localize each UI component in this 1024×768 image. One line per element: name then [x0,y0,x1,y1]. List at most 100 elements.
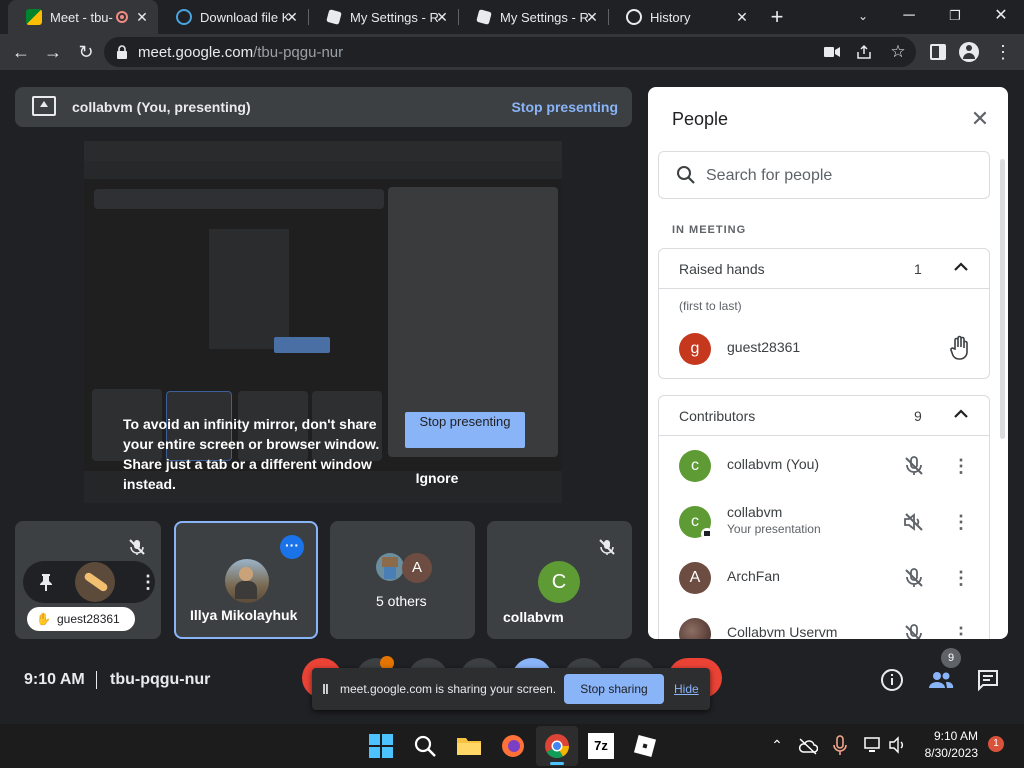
list-item[interactable]: c collabvm (You) ⋮ [659,438,989,494]
network-icon[interactable] [864,736,882,754]
raised-hands-header[interactable]: Raised hands 1 [659,249,989,289]
close-panel-icon[interactable]: ✕ [968,107,992,131]
list-item[interactable]: g guest28361 [659,321,989,377]
file-explorer-icon[interactable] [456,733,482,759]
roblox-favicon-icon [326,9,342,25]
participant-tile-self[interactable]: ⋮ ✋ guest28361 [15,521,161,639]
person-name: ArchFan [727,568,780,584]
firefox-icon[interactable] [500,733,526,759]
chrome-taskbar-active[interactable] [536,726,578,766]
tab-search-chevron-icon[interactable]: ⌄ [852,5,874,27]
list-item[interactable]: A ArchFan ⋮ [659,550,989,606]
raised-hand-icon[interactable] [949,335,971,361]
pin-icon[interactable] [39,573,53,591]
tab-close-icon[interactable]: ✕ [434,9,450,25]
person-name: collabvm [727,504,783,520]
notification-badge[interactable]: 1 [988,736,1004,752]
panel-title: People [672,109,729,129]
ignore-button[interactable]: Ignore [405,470,469,490]
tab-title: Download file K [200,9,288,25]
tab-history[interactable]: History ✕ [608,0,758,34]
camera-permission-icon[interactable] [824,46,840,58]
chevron-up-icon[interactable] [951,404,971,424]
address-bar[interactable]: meet.google.com/tbu-pqgu-nur ☆ [104,37,916,67]
tab-download-file[interactable]: Download file K ✕ [158,0,308,34]
panel-scrollbar[interactable] [1000,159,1005,439]
presenting-banner: collabvm (You, presenting) Stop presenti… [15,87,632,127]
more-options-icon[interactable]: ⋮ [951,454,971,478]
group-count: 9 [914,408,922,424]
window-close-icon[interactable]: ✕ [990,5,1012,27]
forward-icon[interactable]: → [42,41,64,63]
url-text: meet.google.com/tbu-pqgu-nur [138,44,343,61]
search-icon[interactable] [412,733,438,759]
bookmark-star-icon[interactable]: ☆ [887,41,909,63]
windows-start-icon[interactable] [368,733,394,759]
tab-my-settings-1[interactable]: My Settings - Re ✕ [308,0,458,34]
presenting-label: collabvm (You, presenting) [72,99,251,115]
mic-off-icon[interactable] [902,566,926,590]
more-options-icon[interactable]: ⋮ [951,622,971,639]
tab-close-icon[interactable]: ✕ [284,9,300,25]
screen-share-notification: ‖ meet.google.com is sharing your screen… [312,668,710,710]
7zip-icon[interactable]: 7z [588,733,614,759]
more-options-icon[interactable]: ⋮ [137,571,159,593]
restore-icon[interactable]: ❐ [944,5,966,27]
tab-meet[interactable]: Meet - tbu- ✕ [8,0,158,34]
people-icon[interactable] [928,668,954,692]
side-panel-icon[interactable] [930,44,946,60]
participant-tile-others[interactable]: A 5 others [330,521,475,639]
more-options-icon[interactable]: ⋮ [951,510,971,534]
more-options-icon[interactable]: ⋮ [951,566,971,590]
volume-icon[interactable] [888,736,906,754]
participant-tile-collabvm[interactable]: C collabvm [487,521,632,639]
mic-off-icon [599,539,615,555]
tile-hover-controls: ⋮ [23,561,157,603]
person-name: Collabvm Uservm [727,624,838,639]
meet-main: collabvm (You, presenting) Stop presenti… [0,70,1024,724]
chat-icon[interactable] [976,668,1000,692]
meeting-details-icon[interactable] [880,668,904,692]
drag-handle-icon[interactable]: ‖ [322,681,329,697]
chevron-up-icon[interactable] [951,257,971,277]
browser-menu-icon[interactable]: ⋮ [992,41,1014,63]
person-name: guest28361 [727,339,801,355]
profile-avatar-icon[interactable] [959,42,979,62]
person-subtitle: Your presentation [727,522,821,536]
microphone-in-use-icon[interactable] [832,735,848,757]
cloud-offline-icon[interactable] [798,737,818,755]
taskbar-clock[interactable]: 9:10 AM 8/30/2023 [920,728,978,762]
more-options-icon[interactable]: ··· [280,535,304,559]
others-count: 5 others [376,593,427,609]
stop-presenting-link[interactable]: Stop presenting [511,99,618,115]
participant-tile-illya[interactable]: ··· Illya Mikolayhuk [174,521,318,639]
list-item[interactable]: Collabvm Uservm ⋮ [659,606,989,639]
volume-off-icon[interactable] [902,510,926,534]
reload-icon[interactable]: ↻ [75,41,97,63]
divider [96,671,97,689]
back-icon[interactable]: ← [10,41,32,63]
share-page-icon[interactable] [856,44,872,60]
tab-close-icon[interactable]: ✕ [584,9,600,25]
history-icon [626,9,642,25]
tab-close-icon[interactable]: ✕ [734,9,750,25]
url-path: /tbu-pqgu-nur [253,44,344,61]
roblox-icon[interactable] [632,733,658,759]
tab-my-settings-2[interactable]: My Settings - Re ✕ [458,0,608,34]
hide-link[interactable]: Hide [674,682,699,696]
stop-presenting-button[interactable]: Stop presenting [405,412,525,448]
group-count: 1 [914,261,922,277]
list-item[interactable]: c collabvm Your presentation ⋮ [659,494,989,550]
tray-overflow-chevron-icon[interactable]: ⌃ [768,736,786,754]
avatar: c [679,450,711,482]
order-note: (first to last) [679,299,742,313]
raised-hand-name-chip: ✋ guest28361 [27,607,135,631]
people-search-input[interactable]: Search for people [658,151,990,199]
tab-close-icon[interactable]: ✕ [134,9,150,25]
new-tab-icon[interactable]: + [766,6,788,28]
minimize-icon[interactable]: ─ [898,5,920,27]
contributors-header[interactable]: Contributors 9 [659,396,989,436]
mic-off-icon[interactable] [902,622,926,639]
stop-sharing-button[interactable]: Stop sharing [564,674,664,704]
mic-off-icon[interactable] [902,454,926,478]
